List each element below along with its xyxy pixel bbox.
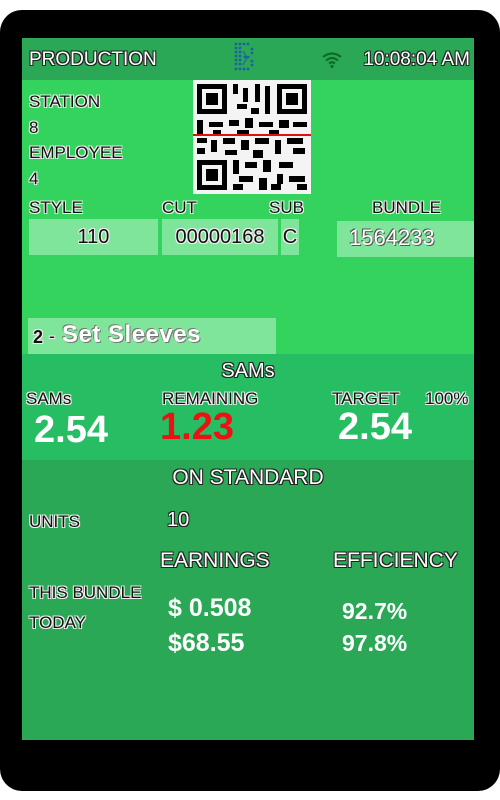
today-earnings: $68.55 xyxy=(168,629,245,657)
target-percent: 100% xyxy=(425,389,469,408)
bundle-info-panel: STATION 8 EMPLOYEE 4 STYLE CUT SUB BUNDL… xyxy=(22,80,474,354)
station-label: STATION xyxy=(29,92,101,111)
style-field[interactable]: 110 xyxy=(29,219,158,255)
top-bar: PRODUCTION 10:08:04 AM xyxy=(22,38,474,80)
sams-value: 2.54 xyxy=(34,409,108,451)
units-label: UNITS xyxy=(29,512,80,531)
sams-label: SAMs xyxy=(26,389,72,408)
cut-value: 00000168 xyxy=(175,226,265,248)
units-value: 10 xyxy=(167,509,190,531)
sub-field[interactable]: C xyxy=(281,219,299,255)
today-efficiency: 97.8% xyxy=(342,630,408,656)
qr-code-icon[interactable] xyxy=(193,80,311,194)
app-screen: PRODUCTION 10:08:04 AM STATION 8 EMPLOYE… xyxy=(22,38,474,740)
station-value: 8 xyxy=(29,118,39,137)
style-label: STYLE xyxy=(29,198,83,217)
style-value: 110 xyxy=(77,226,110,248)
remaining-value: 1.23 xyxy=(160,406,234,448)
this-bundle-efficiency: 92.7% xyxy=(342,598,408,624)
app-title: PRODUCTION xyxy=(29,49,157,70)
sub-value: C xyxy=(282,226,298,248)
brand-logo-icon xyxy=(234,42,254,71)
qr-scan-line xyxy=(193,134,311,136)
wifi-icon xyxy=(322,52,342,68)
operation-number: 2 xyxy=(33,327,44,347)
operation-name: Set Sleeves xyxy=(62,321,201,348)
employee-value: 4 xyxy=(29,169,39,188)
bundle-value: 1564233 xyxy=(349,225,435,250)
standard-panel: ON STANDARD UNITS 10 EARNINGS EFFICIENCY… xyxy=(22,460,474,740)
cut-label: CUT xyxy=(162,198,197,217)
clock-time: 10:08:04 AM xyxy=(363,49,470,70)
operation-field[interactable]: 2 - Set Sleeves xyxy=(28,318,276,354)
sams-section-title: SAMs xyxy=(221,360,275,382)
standard-status: ON STANDARD xyxy=(172,466,324,489)
earnings-header: EARNINGS xyxy=(160,549,270,572)
sams-panel: SAMs SAMs REMAINING TARGET 100% 2.54 1.2… xyxy=(22,354,474,460)
operation-separator: - xyxy=(49,326,55,346)
bundle-label: BUNDLE xyxy=(372,198,441,217)
today-label: TODAY xyxy=(29,613,86,632)
employee-label: EMPLOYEE xyxy=(29,143,123,162)
efficiency-header: EFFICIENCY xyxy=(333,549,458,572)
cut-field[interactable]: 00000168 xyxy=(162,219,278,255)
target-value: 2.54 xyxy=(338,406,412,448)
bundle-field[interactable]: 1564233 xyxy=(337,221,474,257)
sub-label: SUB xyxy=(269,198,304,217)
this-bundle-earnings: $ 0.508 xyxy=(168,594,252,622)
this-bundle-label: THIS BUNDLE xyxy=(29,583,142,602)
